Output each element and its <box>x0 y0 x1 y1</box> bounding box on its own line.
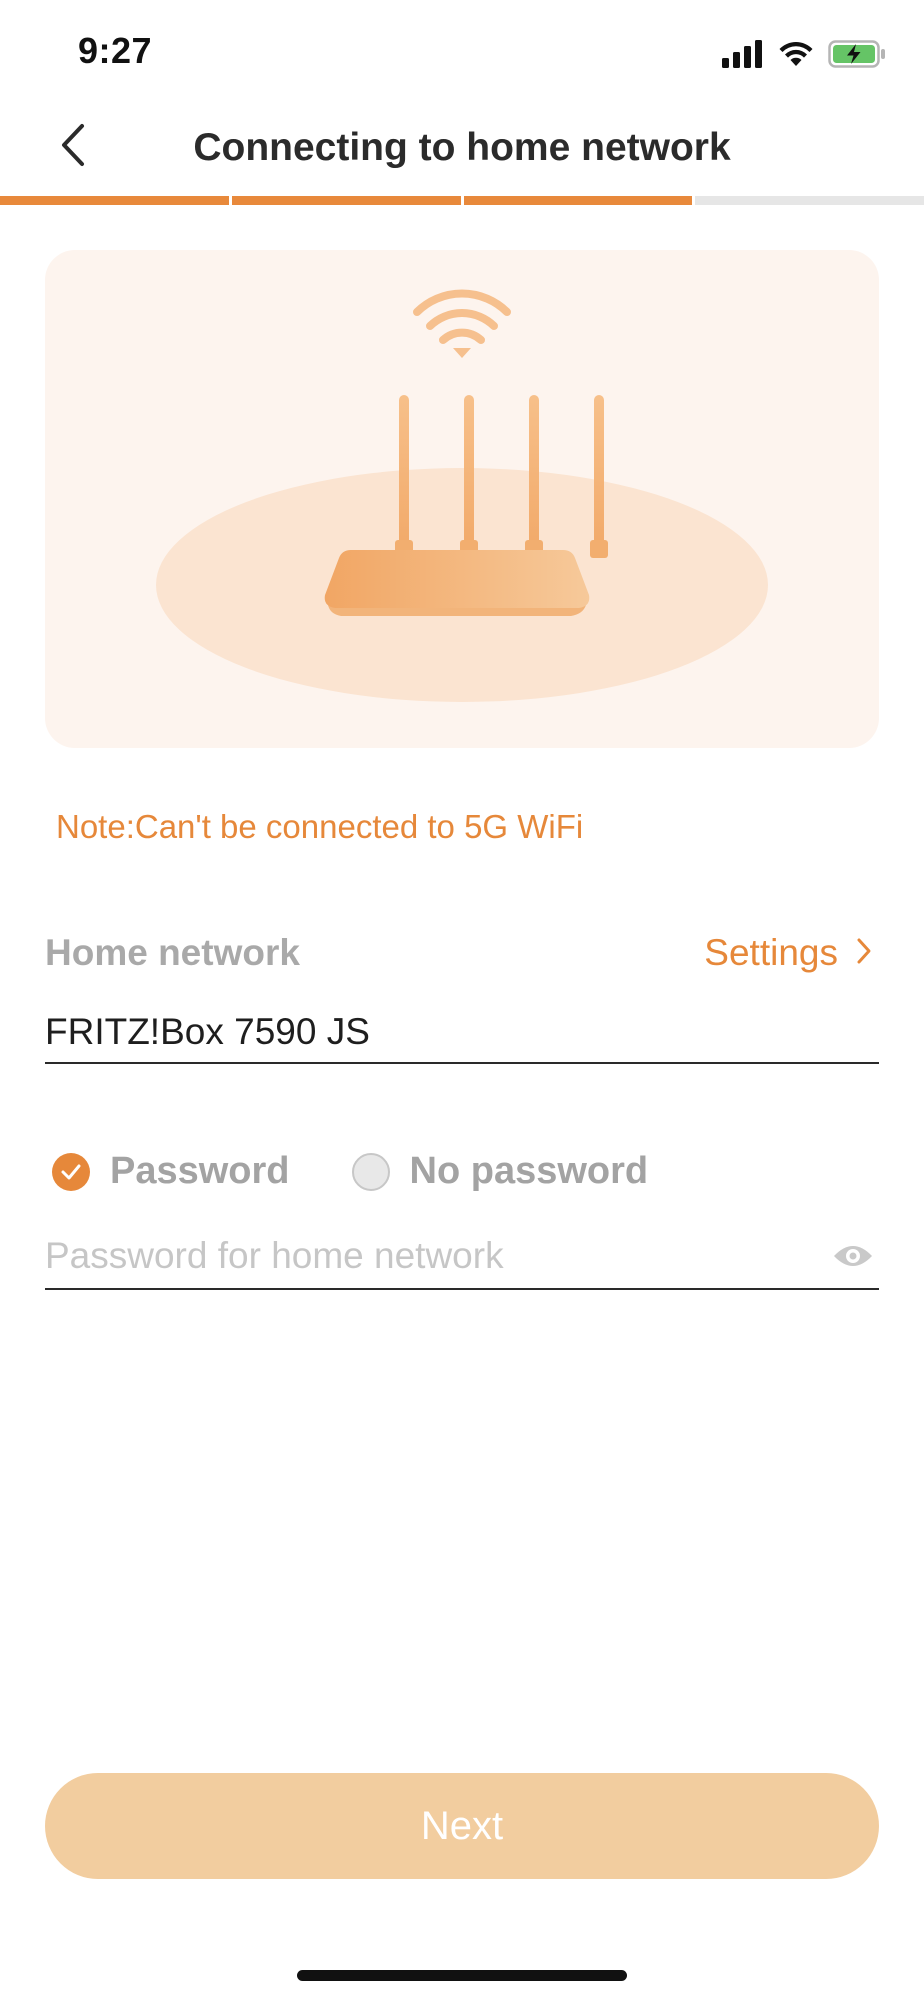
password-input[interactable] <box>45 1226 785 1286</box>
eye-icon[interactable] <box>831 1236 875 1276</box>
router-icon <box>156 289 768 702</box>
header: Connecting to home network <box>0 100 924 196</box>
page-title: Connecting to home network <box>193 126 731 169</box>
progress-step <box>231 196 461 205</box>
status-icons <box>722 38 886 74</box>
radio-no-password[interactable]: No password <box>351 1150 649 1193</box>
home-network-label: Home network <box>45 932 300 973</box>
password-mode-options: Password No password <box>52 1150 648 1193</box>
status-bar: 9:27 <box>0 0 924 100</box>
chevron-right-icon <box>856 937 872 970</box>
checkmark-icon <box>52 1152 90 1191</box>
next-button[interactable]: Next <box>45 1773 879 1879</box>
progress-steps <box>0 196 924 205</box>
home-network-field[interactable]: FRITZ!Box 7590 JS <box>45 1004 879 1064</box>
radio-no-password-label: No password <box>409 1150 649 1192</box>
home-network-ssid: FRITZ!Box 7590 JS <box>45 1011 370 1052</box>
progress-step <box>695 196 924 205</box>
status-time: 9:27 <box>78 30 153 71</box>
battery-charging-icon <box>828 39 886 73</box>
progress-step <box>463 196 693 205</box>
router-illustration-card <box>45 250 879 748</box>
progress-step <box>0 196 229 205</box>
radio-empty-icon <box>351 1152 390 1191</box>
settings-link[interactable]: Settings <box>704 932 872 974</box>
note-5g-warning: Note:Can't be connected to 5G WiFi <box>56 808 584 845</box>
signal-icon <box>722 39 764 73</box>
radio-password[interactable]: Password <box>52 1150 290 1193</box>
password-field <box>45 1226 879 1290</box>
radio-password-label: Password <box>110 1150 290 1192</box>
home-indicator <box>297 1970 627 1981</box>
settings-label: Settings <box>704 932 838 973</box>
wifi-icon <box>778 40 814 73</box>
